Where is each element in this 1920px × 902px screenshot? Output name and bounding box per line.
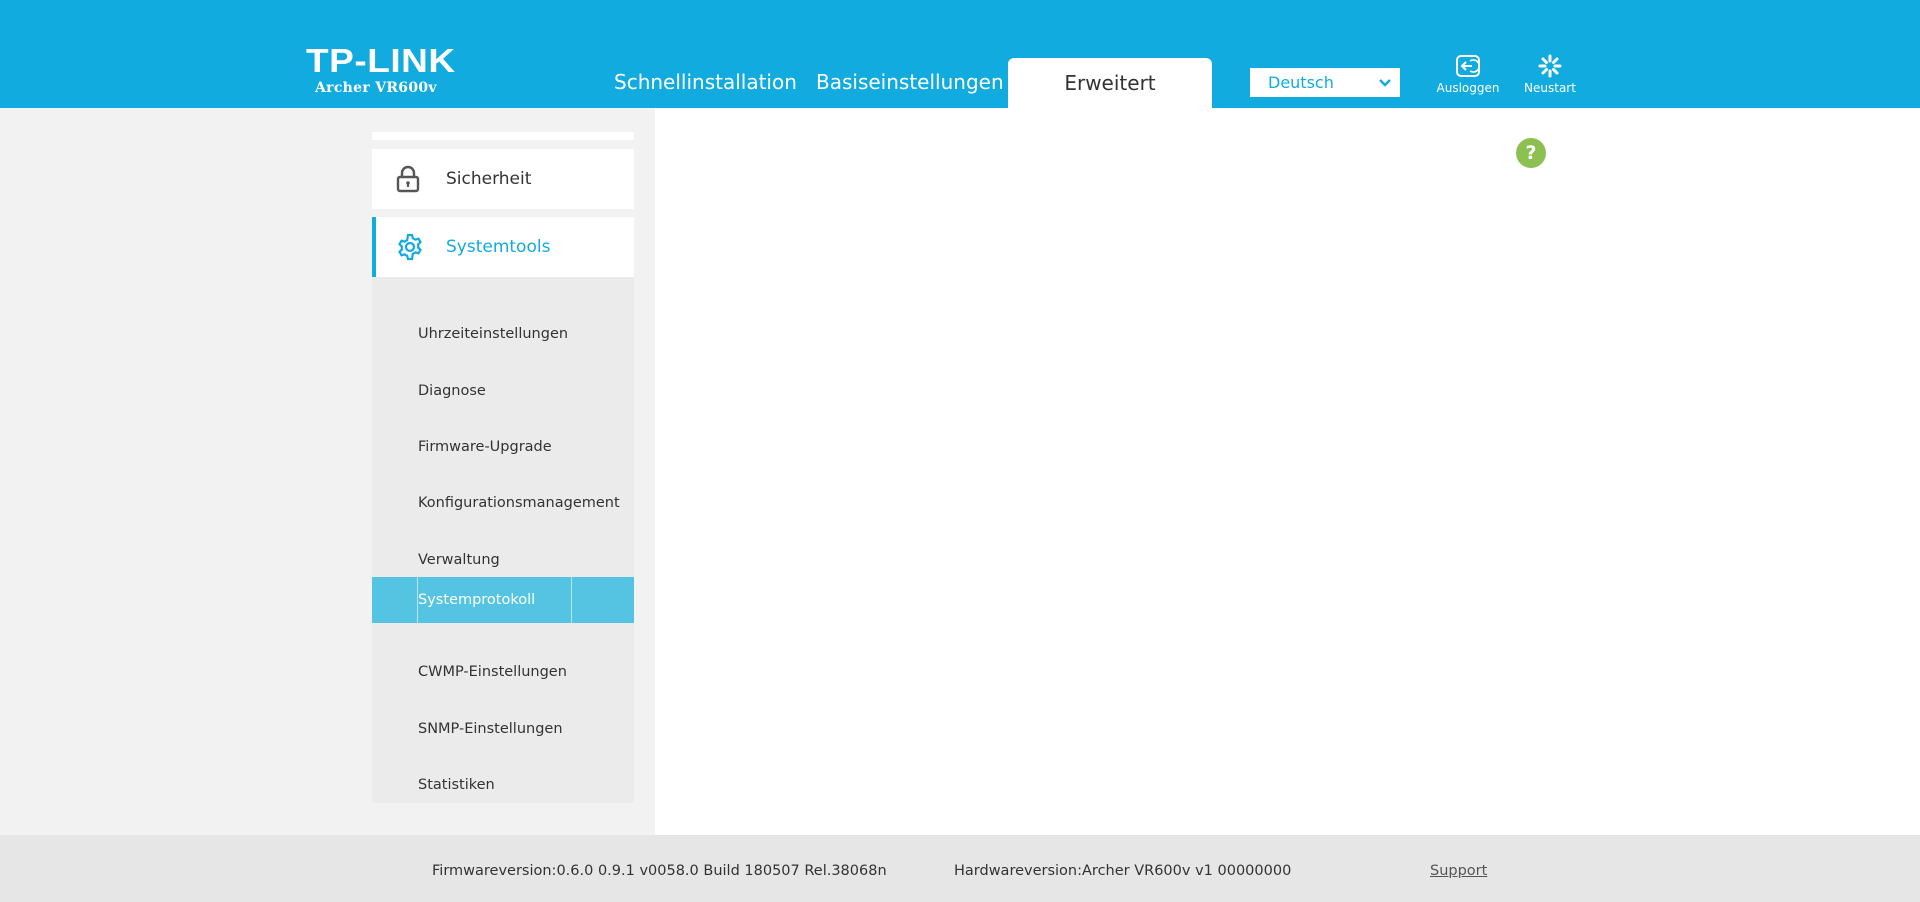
submenu-item-uhrzeiteinstellungen[interactable]: Uhrzeiteinstellungen bbox=[372, 311, 634, 357]
firmware-version: Firmwareversion:0.6.0 0.9.1 v0058.0 Buil… bbox=[432, 863, 887, 879]
reboot-label: Neustart bbox=[1524, 81, 1576, 95]
hardware-version: Hardwareversion:Archer VR600v v1 0000000… bbox=[954, 863, 1292, 879]
sidebar-item-sicherheit[interactable]: Sicherheit bbox=[372, 149, 634, 209]
submenu-item-label: Systemprotokoll bbox=[418, 592, 536, 608]
language-value: Deutsch bbox=[1268, 73, 1334, 92]
sidebar-item-label: Systemtools bbox=[446, 237, 551, 257]
tab-basiseinstellungen[interactable]: Basiseinstellungen bbox=[816, 57, 1004, 107]
top-header: TP-LINK Archer VR600v Schnellinstallatio… bbox=[0, 0, 1920, 108]
submenu-item-konfigurationsmanagement[interactable]: Konfigurationsmanagement bbox=[372, 480, 634, 526]
sidebar-item-systemtools[interactable]: Systemtools bbox=[372, 217, 634, 277]
submenu-item-diagnose[interactable]: Diagnose bbox=[372, 368, 634, 414]
tp-link-logo: TP-LINK Archer VR600v bbox=[306, 44, 455, 96]
submenu-item-systemprotokoll[interactable]: Systemprotokoll bbox=[372, 577, 634, 623]
language-select[interactable]: Deutsch bbox=[1250, 68, 1400, 97]
sidebar-item-label: Sicherheit bbox=[446, 169, 532, 189]
logout-label: Ausloggen bbox=[1436, 81, 1500, 95]
submenu-item-cwmp-einstellungen[interactable]: CWMP-Einstellungen bbox=[372, 649, 634, 695]
lock-icon bbox=[396, 165, 420, 193]
gear-icon bbox=[398, 233, 422, 261]
tab-schnellinstallation[interactable]: Schnellinstallation bbox=[614, 57, 797, 107]
active-divider bbox=[417, 577, 418, 623]
submenu-item-statistiken[interactable]: Statistiken bbox=[372, 762, 634, 808]
help-icon[interactable]: ? bbox=[1516, 138, 1546, 168]
sidebar-top-strip bbox=[372, 132, 634, 140]
submenu-item-snmp-einstellungen[interactable]: SNMP-Einstellungen bbox=[372, 706, 634, 752]
submenu-item-firmware-upgrade[interactable]: Firmware-Upgrade bbox=[372, 424, 634, 470]
active-divider bbox=[571, 577, 572, 623]
tab-erweitert[interactable]: Erweitert bbox=[1008, 58, 1212, 108]
chevron-down-icon bbox=[1379, 79, 1391, 87]
logo-text: TP-LINK bbox=[306, 42, 456, 79]
logout-icon bbox=[1456, 55, 1481, 77]
reboot-icon bbox=[1538, 54, 1562, 78]
support-link[interactable]: Support bbox=[1430, 863, 1487, 879]
model-name: Archer VR600v bbox=[315, 80, 437, 96]
systemtools-submenu: Uhrzeiteinstellungen Diagnose Firmware-U… bbox=[372, 277, 634, 803]
main-content bbox=[655, 108, 1920, 835]
footer: Firmwareversion:0.6.0 0.9.1 v0058.0 Buil… bbox=[0, 835, 1920, 902]
logout-button[interactable]: Ausloggen bbox=[1428, 54, 1508, 95]
reboot-button[interactable]: Neustart bbox=[1510, 54, 1590, 95]
